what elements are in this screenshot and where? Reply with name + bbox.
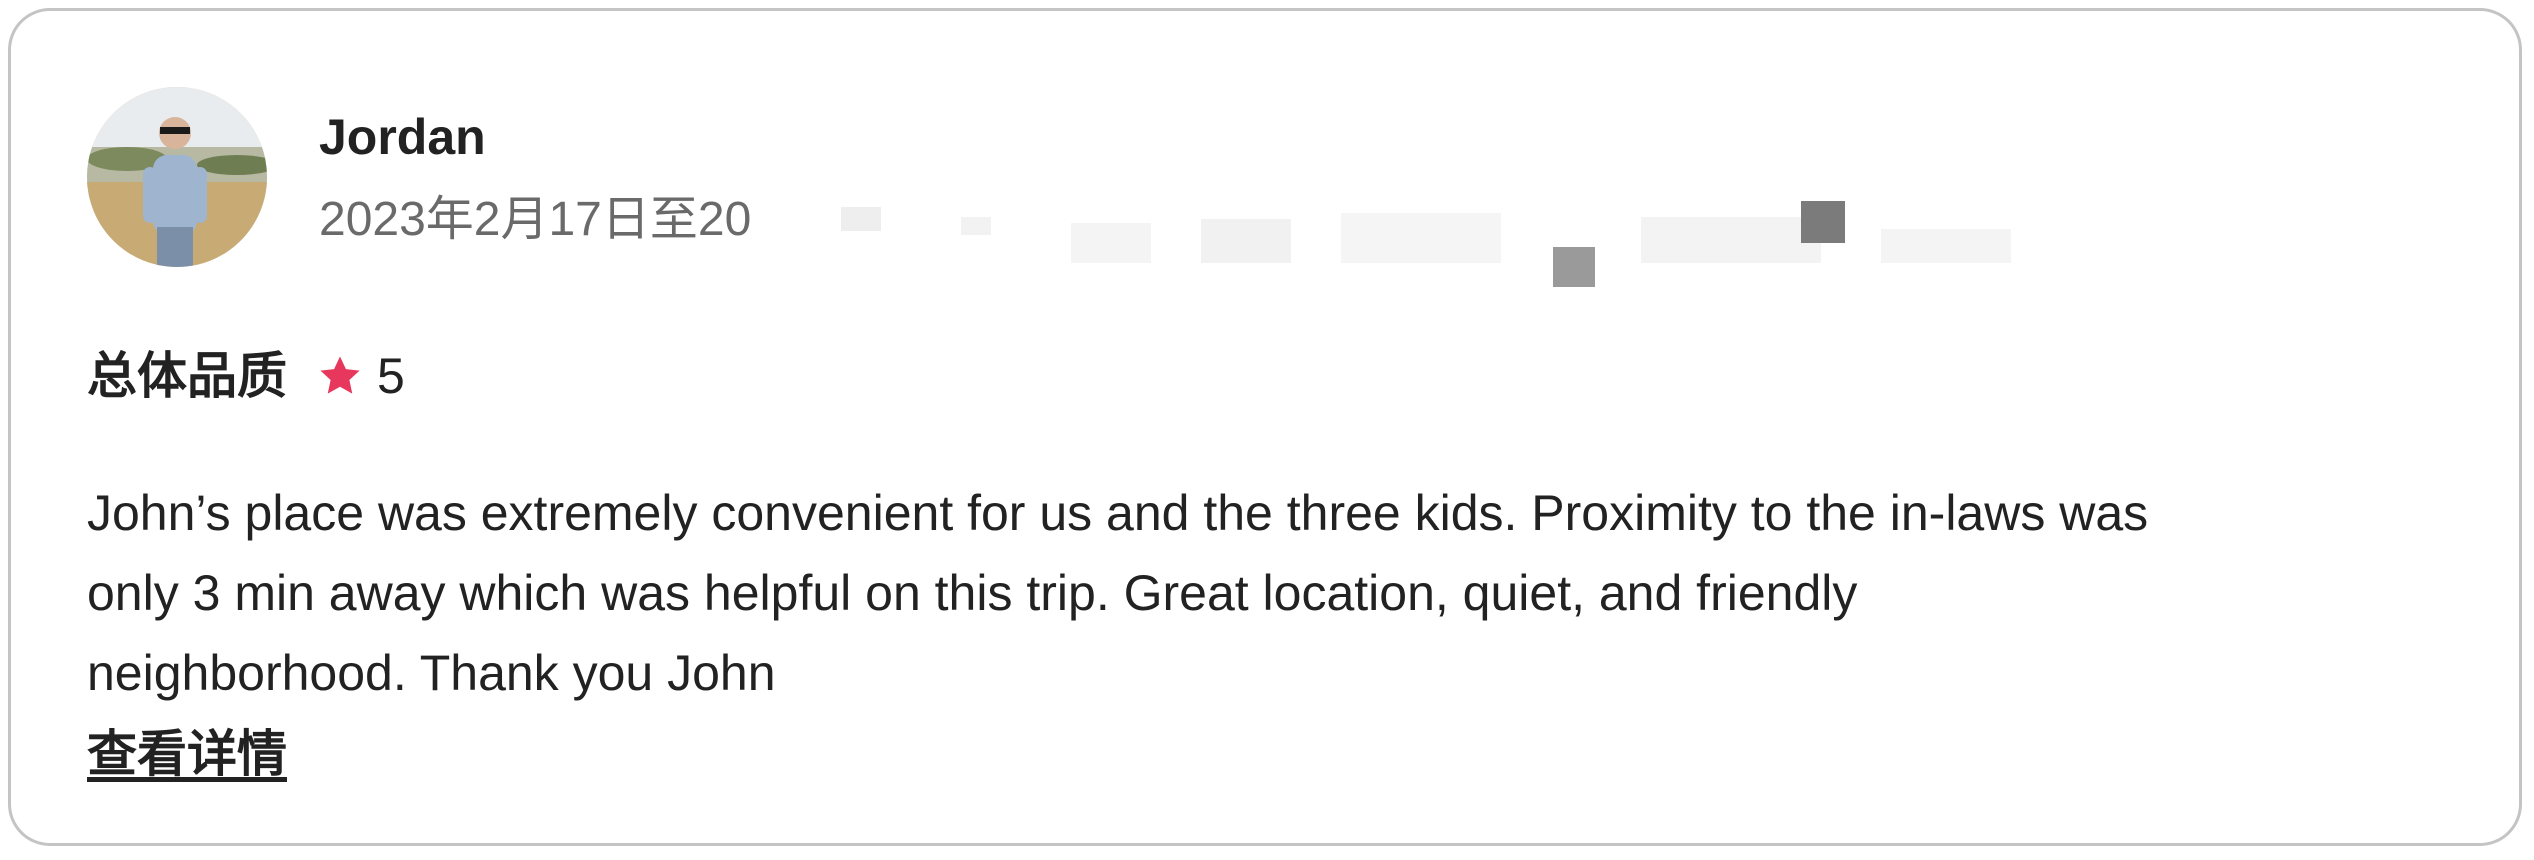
reviewer-name: Jordan (319, 109, 486, 165)
star-icon (317, 353, 363, 399)
review-text-line: neighborhood. Thank you John (87, 645, 776, 701)
redaction-mosaic (841, 193, 2091, 289)
user-avatar-photo-icon (87, 87, 267, 267)
read-more-link[interactable]: 查看详情 (87, 719, 287, 789)
review-text-line: only 3 min away which was helpful on thi… (87, 565, 1858, 621)
stay-dates: 2023年2月17日至20 (319, 193, 752, 246)
review-text-line: John’s place was extremely convenient fo… (87, 485, 2149, 541)
review-body: John’s place was extremely convenient fo… (87, 473, 2487, 713)
rating-label: 总体品质 (87, 348, 287, 404)
reviewer-avatar[interactable] (87, 87, 267, 267)
review-card: Jordan 2023年2月17日至20 总体品质 5 John’s place… (8, 8, 2522, 846)
overall-rating: 总体品质 5 (87, 341, 405, 411)
rating-value: 5 (377, 348, 405, 404)
